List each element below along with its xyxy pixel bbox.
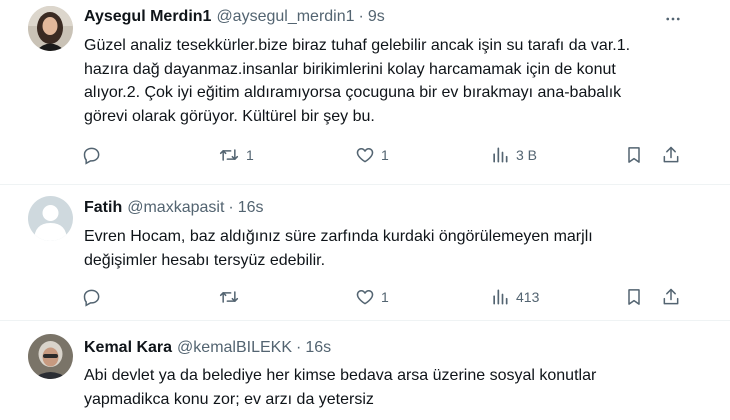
tweet-text-line: yapmadikca konu zor; ev arzı da yetersiz [84, 390, 374, 408]
views-button[interactable]: 413 [490, 285, 539, 309]
tweet-text-line: değişimler hesabı tersyüz edebilir. [84, 251, 326, 269]
avatar[interactable] [28, 196, 73, 241]
tweet-text-line: Evren Hocam, baz aldığınız süre zarfında… [84, 228, 593, 245]
tweet-1[interactable]: Aysegul Merdin1 @aysegul_merdin1 · 9s Gü… [0, 0, 730, 190]
retweet-button[interactable] [218, 285, 246, 309]
divider [0, 184, 730, 185]
action-bar: 1 413 [0, 285, 730, 309]
tweet-text: Evren Hocam, baz aldığınız süre zarfında… [84, 225, 704, 272]
reply-icon [83, 289, 100, 307]
reply-button[interactable] [82, 285, 102, 309]
reply-icon [83, 147, 100, 165]
tweet-2[interactable]: Fatih @maxkapasit · 16s Evren Hocam, baz… [0, 194, 730, 314]
tweet-text-line: alıyor.2. Çok iyi eğitim aldıramıyorsa ç… [84, 84, 622, 101]
author-handle[interactable]: @aysegul_merdin1 [216, 8, 354, 26]
bookmark-button[interactable] [624, 143, 644, 167]
tweet-text-line: hazıra dağ dayanmaz.insanlar birikimleri… [84, 60, 616, 78]
author-name[interactable]: Fatih [84, 199, 122, 217]
tweet-header: Fatih @maxkapasit · 16s [84, 197, 264, 219]
author-handle[interactable]: @kemalBILEKK [177, 339, 292, 357]
tweet-header: Kemal Kara @kemalBILEKK · 16s [84, 337, 331, 359]
avatar[interactable] [28, 6, 73, 51]
more-button[interactable] [662, 8, 684, 30]
retweet-icon [219, 291, 239, 303]
views-icon [493, 289, 508, 305]
bookmark-icon [628, 289, 640, 305]
tweet-text: Güzel analiz tesekkürler.bize biraz tuha… [84, 34, 704, 128]
separator-dot: · [358, 8, 364, 25]
retweet-button[interactable]: 1 [218, 143, 254, 167]
views-button[interactable]: 3 B [490, 143, 537, 167]
share-button[interactable] [661, 143, 681, 167]
author-name[interactable]: Kemal Kara [84, 339, 172, 357]
bookmark-button[interactable] [624, 285, 644, 309]
tweet-text-line: Abi devlet ya da belediye her kimse beda… [84, 367, 597, 384]
like-button[interactable]: 1 [355, 143, 389, 167]
timestamp[interactable]: 16s [238, 199, 264, 217]
tweet-header: Aysegul Merdin1 @aysegul_merdin1 · 9s [84, 6, 385, 28]
tweet-3[interactable]: Kemal Kara @kemalBILEKK · 16s Abi devlet… [0, 334, 730, 420]
timestamp[interactable]: 9s [368, 8, 385, 26]
timestamp[interactable]: 16s [305, 339, 331, 357]
reply-button[interactable] [82, 143, 102, 167]
author-handle[interactable]: @maxkapasit [127, 199, 224, 217]
retweet-count: 1 [246, 147, 254, 163]
avatar[interactable] [28, 334, 73, 379]
tweet-text-line: görevi olarak görüyor. Kültürel bir şey … [84, 107, 375, 125]
like-count: 1 [381, 147, 389, 163]
like-icon [356, 148, 374, 163]
views-icon [493, 147, 508, 163]
like-icon [356, 290, 374, 305]
divider [0, 320, 730, 321]
share-icon [663, 288, 679, 305]
more-icon [666, 17, 680, 21]
author-name[interactable]: Aysegul Merdin1 [84, 8, 211, 26]
views-count: 413 [516, 289, 540, 305]
share-button[interactable] [661, 285, 681, 309]
separator-dot: · [228, 199, 234, 216]
separator-dot: · [296, 339, 302, 356]
action-bar: 1 1 3 B [0, 143, 730, 167]
bookmark-icon [628, 147, 640, 163]
tweet-text-line: Güzel analiz tesekkürler.bize biraz tuha… [84, 37, 631, 54]
views-count: 3 B [516, 147, 538, 163]
retweet-icon [219, 149, 239, 161]
like-count: 1 [381, 289, 389, 305]
tweet-text: Abi devlet ya da belediye her kimse beda… [84, 364, 704, 411]
share-icon [663, 146, 679, 163]
like-button[interactable]: 1 [355, 285, 389, 309]
